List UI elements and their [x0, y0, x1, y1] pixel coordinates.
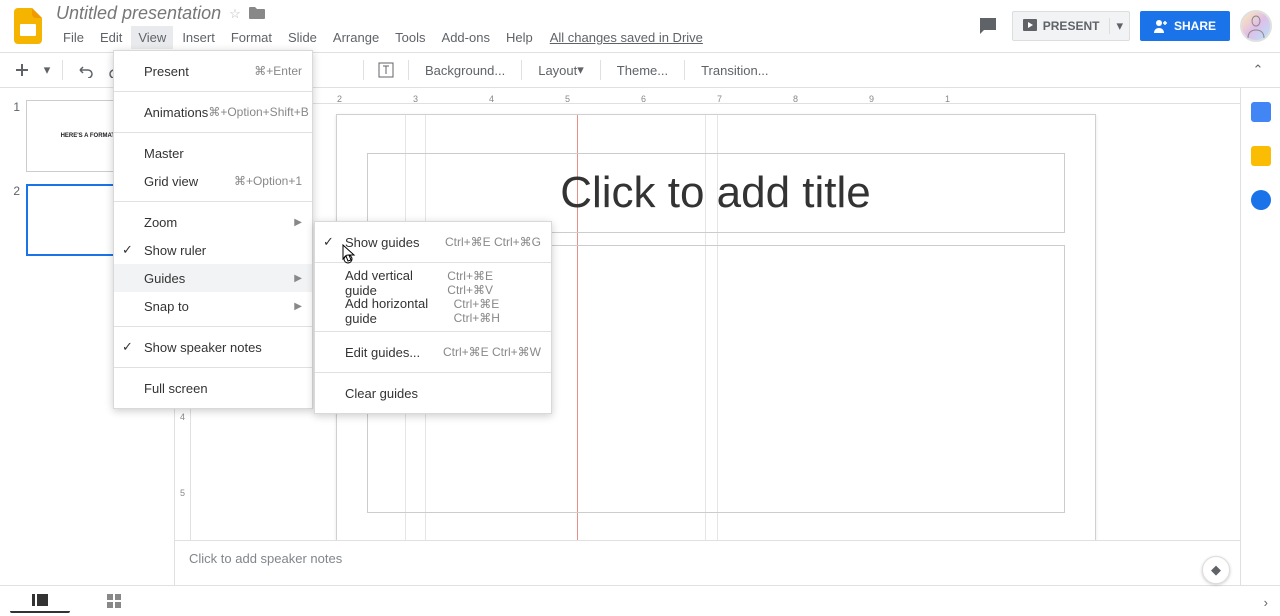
check-icon: ✓ — [323, 234, 334, 250]
speaker-notes[interactable]: Click to add speaker notes — [175, 540, 1240, 585]
thumb-number: 1 — [8, 100, 20, 172]
menu-show-guides[interactable]: ✓Show guidesCtrl+⌘E Ctrl+⌘G — [315, 228, 551, 256]
menu-snap-to[interactable]: Snap to▶ — [114, 292, 312, 320]
check-icon: ✓ — [122, 242, 133, 258]
star-icon[interactable]: ☆ — [229, 6, 241, 22]
present-label: PRESENT — [1043, 19, 1100, 33]
show-side-panel-button[interactable]: › — [1264, 595, 1268, 610]
tasks-icon[interactable] — [1251, 190, 1271, 210]
keep-icon[interactable] — [1251, 146, 1271, 166]
menu-add-horizontal-guide[interactable]: Add horizontal guideCtrl+⌘E Ctrl+⌘H — [315, 297, 551, 325]
hide-menus-button[interactable]: ⌃ — [1244, 56, 1272, 84]
menu-master[interactable]: Master — [114, 139, 312, 167]
side-panel — [1240, 88, 1280, 585]
menu-add-vertical-guide[interactable]: Add vertical guideCtrl+⌘E Ctrl+⌘V — [315, 269, 551, 297]
menu-full-screen[interactable]: Full screen — [114, 374, 312, 402]
menu-speaker-notes[interactable]: ✓Show speaker notes — [114, 333, 312, 361]
check-icon: ✓ — [122, 339, 133, 355]
share-label: SHARE — [1174, 19, 1216, 33]
move-folder-icon[interactable] — [249, 5, 265, 22]
guides-submenu: ✓Show guidesCtrl+⌘E Ctrl+⌘G Add vertical… — [314, 221, 552, 414]
user-avatar[interactable] — [1240, 10, 1272, 42]
menu-animations[interactable]: Animations⌘+Option+Shift+B — [114, 98, 312, 126]
horizontal-ruler[interactable]: 1 2 3 4 5 6 7 8 9 1 — [191, 88, 1240, 104]
new-slide-dropdown[interactable]: ▾ — [40, 56, 54, 84]
menu-edit-guides[interactable]: Edit guides...Ctrl+⌘E Ctrl+⌘W — [315, 338, 551, 366]
share-button[interactable]: SHARE — [1140, 11, 1230, 41]
comments-button[interactable] — [974, 12, 1002, 40]
calendar-icon[interactable] — [1251, 102, 1271, 122]
chevron-right-icon: ▶ — [294, 273, 302, 284]
thumb-number: 2 — [8, 184, 20, 256]
chevron-right-icon: ▶ — [294, 217, 302, 228]
menu-tools[interactable]: Tools — [388, 26, 432, 49]
app-header: Untitled presentation ☆ File Edit View I… — [0, 0, 1280, 52]
present-button[interactable]: PRESENT ▾ — [1012, 11, 1130, 41]
menu-insert[interactable]: Insert — [175, 26, 222, 49]
menu-help[interactable]: Help — [499, 26, 540, 49]
menu-arrange[interactable]: Arrange — [326, 26, 386, 49]
menu-edit[interactable]: Edit — [93, 26, 129, 49]
chevron-right-icon: ▶ — [294, 301, 302, 312]
menu-zoom[interactable]: Zoom▶ — [114, 208, 312, 236]
menu-slide[interactable]: Slide — [281, 26, 324, 49]
explore-button[interactable]: ◆ — [1202, 556, 1230, 584]
menu-view[interactable]: View — [131, 26, 173, 49]
present-dropdown-icon[interactable]: ▾ — [1109, 18, 1129, 34]
transition-button[interactable]: Transition... — [693, 56, 776, 84]
menu-addons[interactable]: Add-ons — [435, 26, 497, 49]
menu-file[interactable]: File — [56, 26, 91, 49]
bottom-bar — [0, 585, 1280, 616]
filmstrip-view-button[interactable] — [10, 589, 70, 613]
theme-button[interactable]: Theme... — [609, 56, 676, 84]
grid-view-button[interactable] — [84, 589, 144, 613]
menu-show-ruler[interactable]: ✓Show ruler — [114, 236, 312, 264]
person-plus-icon — [1154, 19, 1168, 33]
layout-button[interactable]: Layout ▾ — [530, 56, 592, 84]
new-slide-button[interactable] — [8, 56, 36, 84]
menu-grid-view[interactable]: Grid view⌘+Option+1 — [114, 167, 312, 195]
undo-button[interactable] — [71, 56, 99, 84]
slides-logo[interactable] — [8, 6, 48, 46]
play-icon — [1023, 19, 1037, 33]
add-textbox-button[interactable] — [372, 56, 400, 84]
menu-guides[interactable]: Guides▶ — [114, 264, 312, 292]
background-button[interactable]: Background... — [417, 56, 513, 84]
menu-format[interactable]: Format — [224, 26, 279, 49]
save-status[interactable]: All changes saved in Drive — [550, 30, 703, 45]
doc-title[interactable]: Untitled presentation — [56, 3, 221, 24]
menu-bar: File Edit View Insert Format Slide Arran… — [56, 26, 974, 49]
menu-present[interactable]: Present⌘+Enter — [114, 57, 312, 85]
view-dropdown: Present⌘+Enter Animations⌘+Option+Shift+… — [113, 50, 313, 409]
menu-clear-guides[interactable]: Clear guides — [315, 379, 551, 407]
